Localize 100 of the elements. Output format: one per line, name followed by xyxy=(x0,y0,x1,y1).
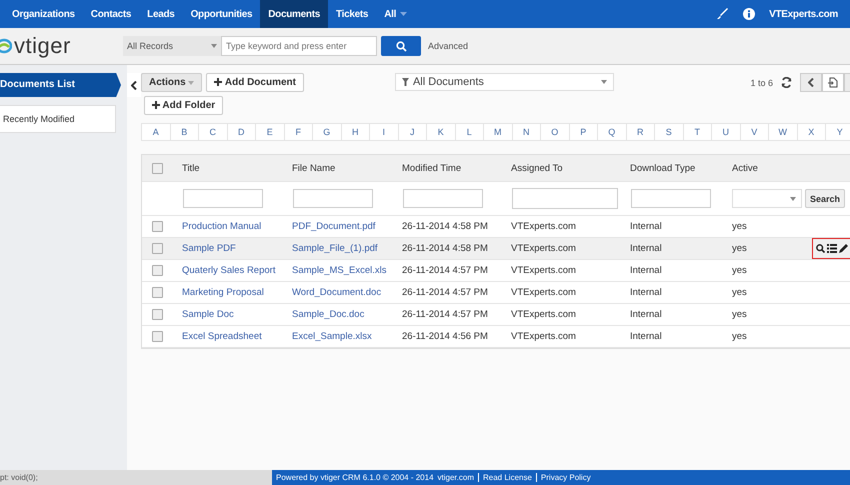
cloud-logo-icon xyxy=(0,38,12,54)
nav-tab[interactable]: Documents xyxy=(260,0,328,28)
refresh-icon[interactable] xyxy=(781,77,792,88)
table-row[interactable]: Sample Doc Sample_Doc.doc 26-11-2014 4:57 PM VTExperts.com Internal yes xyxy=(142,304,850,326)
search-button[interactable] xyxy=(381,36,421,56)
alphabet-filter-link[interactable]: E xyxy=(256,124,284,140)
row-checkbox[interactable] xyxy=(152,221,163,232)
search-button[interactable]: Search xyxy=(805,189,846,208)
table-row[interactable]: Excel Spreadsheet Excel_Sample.xlsx 26-11-2014 4:56 PM VTExperts.com Internal yes xyxy=(142,326,850,348)
search-field[interactable]: Type keyword and press enter xyxy=(221,36,377,56)
table-cell: yes xyxy=(732,221,747,232)
table-row[interactable]: Quaterly Sales Report Sample_MS_Excel.xls 26-11-2014 4:57 PM VTExperts.com Internal yes xyxy=(142,260,850,282)
nav-tab[interactable]: Opportunities xyxy=(182,0,260,28)
table-cell[interactable]: Sample_MS_Excel.xls xyxy=(292,265,387,276)
row-checkbox[interactable] xyxy=(152,309,163,320)
list-icon[interactable] xyxy=(827,244,837,253)
footer-link[interactable]: vtiger.com xyxy=(438,473,474,482)
column-filter-field[interactable] xyxy=(512,188,618,209)
column-filter-field[interactable] xyxy=(183,189,263,208)
row-checkbox[interactable] xyxy=(152,287,163,298)
filter-dropdown[interactable] xyxy=(732,189,802,208)
table-cell[interactable]: Sample_File_(1).pdf xyxy=(292,243,378,254)
alphabet-filter-link[interactable]: R xyxy=(626,124,655,140)
row-checkbox[interactable] xyxy=(152,243,163,254)
alphabet-filter-link[interactable]: P xyxy=(570,124,598,140)
user-menu[interactable]: VTExperts.com xyxy=(769,8,838,20)
alphabet-filter-link[interactable]: O xyxy=(541,124,570,140)
alphabet-filter-link[interactable]: J xyxy=(398,124,427,140)
alphabet-filter-link[interactable]: S xyxy=(655,124,684,140)
table-row[interactable]: Marketing Proposal Word_Document.doc 26-11-2014 4:57 PM VTExperts.com Internal yes xyxy=(142,282,850,304)
alphabet-filter-link[interactable]: G xyxy=(313,124,342,140)
column-header[interactable]: Assigned To xyxy=(511,162,563,174)
column-filter-field[interactable] xyxy=(403,189,483,208)
table-cell: yes xyxy=(732,287,747,298)
alphabet-filter-link[interactable]: M xyxy=(484,124,512,140)
table-cell[interactable]: Sample_Doc.doc xyxy=(292,309,364,320)
column-header[interactable]: Modified Time xyxy=(402,162,462,174)
logo[interactable]: vtiger xyxy=(0,33,123,59)
footer-link[interactable]: Privacy Policy xyxy=(536,473,591,482)
column-header[interactable]: Active xyxy=(732,162,758,174)
page-jump-button[interactable] xyxy=(822,73,844,92)
advanced-search-link[interactable]: Advanced xyxy=(428,41,468,51)
row-checkbox[interactable] xyxy=(152,331,163,342)
table-row[interactable]: Sample PDF Sample_File_(1).pdf 26-11-2014 4:58 PM VTExperts.com Internal yes xyxy=(142,238,850,260)
alphabet-filter-link[interactable]: F xyxy=(284,124,313,140)
table-cell[interactable]: Marketing Proposal xyxy=(182,287,264,298)
filter-dropdown[interactable]: All Documents xyxy=(394,73,614,91)
alphabet-filter-link[interactable]: T xyxy=(684,124,712,140)
sidebar-item[interactable]: Recently Modified xyxy=(0,105,116,133)
alphabet-filter-link[interactable]: A xyxy=(142,124,170,140)
column-header[interactable]: File Name xyxy=(292,162,336,174)
alphabet-filter-link[interactable]: Y xyxy=(826,124,850,140)
nav-tab[interactable]: Contacts xyxy=(82,0,140,28)
alphabet-filter-link[interactable]: I xyxy=(370,124,398,140)
collapse-sidebar-button[interactable] xyxy=(127,73,141,97)
alphabet-filter-link[interactable]: X xyxy=(798,124,826,140)
search-icon[interactable] xyxy=(816,244,825,253)
alphabet-filter-link[interactable]: V xyxy=(740,124,769,140)
alphabet-filter-link[interactable]: C xyxy=(199,124,228,140)
alphabet-filter-link[interactable]: U xyxy=(712,124,740,140)
alphabet-filter-link[interactable]: L xyxy=(456,124,484,140)
alphabet-filter-link[interactable]: Q xyxy=(598,124,626,140)
sidebar-item[interactable]: Documents List xyxy=(0,73,121,97)
add-document-button[interactable]: Add Document xyxy=(206,73,304,92)
alphabet-filter-link[interactable]: W xyxy=(769,124,798,140)
alphabet-filter-link[interactable]: B xyxy=(170,124,199,140)
table-cell: Internal xyxy=(630,243,662,254)
record-type-dropdown[interactable]: All Records xyxy=(123,36,221,56)
alphabet-filter-link[interactable]: D xyxy=(228,124,256,140)
table-cell: 26-11-2014 4:56 PM xyxy=(402,331,488,342)
footer-link[interactable]: Read License xyxy=(478,473,532,482)
alphabet-filter-link[interactable]: N xyxy=(512,124,541,140)
table-cell[interactable]: Excel Spreadsheet xyxy=(182,331,262,342)
row-checkbox[interactable] xyxy=(152,265,163,276)
info-icon[interactable] xyxy=(743,8,756,20)
table-cell[interactable]: Sample PDF xyxy=(182,243,236,254)
select-all-checkbox[interactable] xyxy=(152,162,163,174)
actions-button[interactable]: Actions xyxy=(141,73,202,92)
table-cell[interactable]: Word_Document.doc xyxy=(292,287,382,298)
previous-page-button[interactable] xyxy=(800,73,822,92)
table-cell[interactable]: Excel_Sample.xlsx xyxy=(292,331,372,342)
column-filter-field[interactable] xyxy=(631,189,711,208)
brush-icon[interactable] xyxy=(717,8,730,20)
plus-icon xyxy=(152,101,160,109)
nav-tab[interactable]: Tickets xyxy=(328,0,376,28)
table-cell: Internal xyxy=(630,221,662,232)
alphabet-filter-link[interactable]: H xyxy=(342,124,370,140)
nav-tab[interactable]: All xyxy=(376,0,404,28)
add-folder-button[interactable]: Add Folder xyxy=(144,96,224,115)
table-cell[interactable]: PDF_Document.pdf xyxy=(292,221,376,232)
nav-tab[interactable]: Leads xyxy=(139,0,183,28)
nav-tab[interactable]: Organizations xyxy=(4,0,83,28)
column-header[interactable]: Title xyxy=(182,162,200,174)
pencil-icon[interactable] xyxy=(839,244,848,253)
column-filter-field[interactable] xyxy=(293,189,373,208)
table-cell[interactable]: Quaterly Sales Report xyxy=(182,265,276,276)
column-header[interactable]: Download Type xyxy=(630,162,696,174)
table-cell[interactable]: Sample Doc xyxy=(182,309,234,320)
alphabet-filter-link[interactable]: K xyxy=(427,124,456,140)
table-cell[interactable]: Production Manual xyxy=(182,221,262,232)
